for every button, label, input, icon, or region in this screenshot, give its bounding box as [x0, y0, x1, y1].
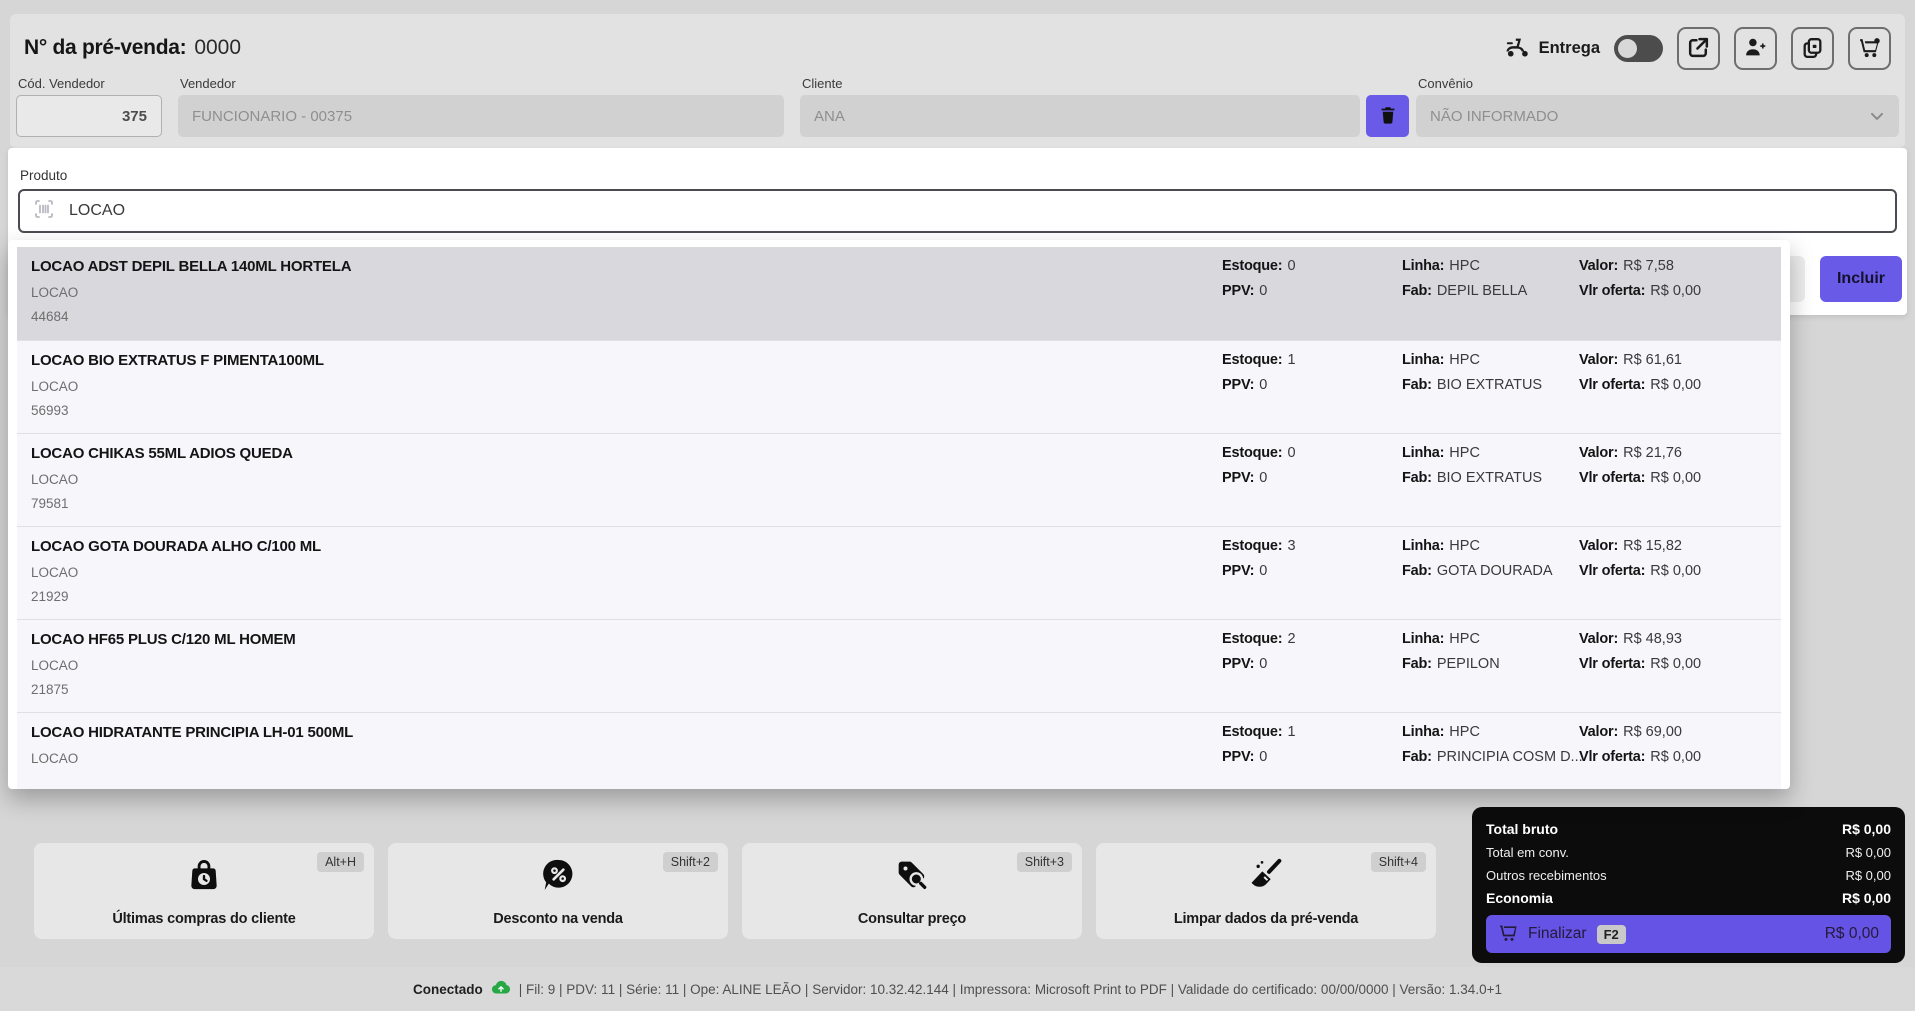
- product-search-box: [18, 189, 1897, 233]
- total-label: Outros recebimentos: [1486, 864, 1607, 887]
- status-info: | Fil: 9 | PDV: 11 | Série: 11 | Ope: AL…: [519, 982, 1502, 997]
- product-category: LOCAO: [31, 565, 78, 580]
- product-name: LOCAO ADST DEPIL BELLA 140ML HORTELA: [31, 258, 351, 275]
- product-code: 21875: [31, 682, 69, 697]
- product-name: LOCAO HIDRATANTE PRINCIPIA LH-01 500ML: [31, 724, 353, 741]
- product-results-dropdown: LOCAO ADST DEPIL BELLA 140ML HORTELA LOC…: [8, 240, 1790, 789]
- field-convenio: Convênio NÃO INFORMADO: [1416, 14, 1899, 148]
- totals-panel: Total bruto R$ 0,00 Total em conv. R$ 0,…: [1472, 807, 1905, 963]
- vendedor-label: Vendedor: [180, 76, 236, 91]
- action-label: Limpar dados da pré-venda: [1096, 911, 1436, 927]
- product-code: 44684: [31, 309, 69, 324]
- shortcut-badge: Shift+4: [1371, 852, 1426, 872]
- consultar-preco-button[interactable]: Shift+3 Consultar preço: [742, 843, 1082, 939]
- product-name: LOCAO HF65 PLUS C/120 ML HOMEM: [31, 631, 296, 648]
- action-label: Consultar preço: [742, 911, 1082, 927]
- convenio-select[interactable]: NÃO INFORMADO: [1416, 95, 1899, 137]
- vendedor-input[interactable]: FUNCIONARIO - 00375: [178, 95, 784, 137]
- total-label: Economia: [1486, 887, 1553, 910]
- barcode-icon: [32, 197, 56, 226]
- shortcut-badge: Alt+H: [317, 852, 364, 872]
- finalizar-label: Finalizar: [1528, 925, 1587, 943]
- ultimas-compras-button[interactable]: Alt+H Últimas compras do cliente: [34, 843, 374, 939]
- cod-vendedor-label: Cód. Vendedor: [18, 76, 105, 91]
- economia-row: Economia R$ 0,00: [1486, 887, 1891, 910]
- cliente-label: Cliente: [802, 76, 842, 91]
- action-label: Últimas compras do cliente: [34, 911, 374, 927]
- shortcut-badge: Shift+2: [663, 852, 718, 872]
- trash-icon: [1377, 104, 1399, 129]
- total-bruto-row: Total bruto R$ 0,00: [1486, 818, 1891, 841]
- total-value: R$ 0,00: [1845, 864, 1891, 887]
- product-result-row[interactable]: LOCAO BIO EXTRATUS F PIMENTA100ML LOCAO …: [17, 340, 1781, 433]
- action-label: Desconto na venda: [388, 911, 728, 927]
- product-name: LOCAO GOTA DOURADA ALHO C/100 ML: [31, 538, 321, 555]
- product-category: LOCAO: [31, 285, 78, 300]
- product-name: LOCAO CHIKAS 55ML ADIOS QUEDA: [31, 445, 293, 462]
- convenio-value: NÃO INFORMADO: [1430, 108, 1558, 125]
- total-label: Total em conv.: [1486, 841, 1569, 864]
- shortcut-badge: Shift+3: [1017, 852, 1072, 872]
- field-vendedor: Vendedor FUNCIONARIO - 00375: [178, 14, 784, 148]
- clear-cliente-button[interactable]: [1366, 95, 1409, 137]
- product-code: 79581: [31, 496, 69, 511]
- product-result-row[interactable]: LOCAO HF65 PLUS C/120 ML HOMEM LOCAO 218…: [17, 619, 1781, 712]
- connection-status: Conectado: [413, 982, 483, 997]
- presale-header: N° da pré-venda:0000 Entrega: [10, 14, 1905, 148]
- outros-recebimentos-row: Outros recebimentos R$ 0,00: [1486, 864, 1891, 887]
- product-code: 21929: [31, 589, 69, 604]
- produto-label: Produto: [20, 168, 67, 183]
- cloud-sync-icon: [490, 977, 512, 1002]
- f2-shortcut-badge: F2: [1597, 925, 1626, 944]
- total-conv-row: Total em conv. R$ 0,00: [1486, 841, 1891, 864]
- pos-presale-screen: N° da pré-venda:0000 Entrega: [0, 0, 1915, 1011]
- incluir-button[interactable]: Incluir: [1820, 256, 1902, 302]
- limpar-dados-button[interactable]: Shift+4 Limpar dados da pré-venda: [1096, 843, 1436, 939]
- total-value: R$ 0,00: [1845, 841, 1891, 864]
- product-category: LOCAO: [31, 379, 78, 394]
- total-label: Total bruto: [1486, 818, 1558, 841]
- total-value: R$ 0,00: [1842, 818, 1891, 841]
- total-value: R$ 0,00: [1842, 887, 1891, 910]
- product-category: LOCAO: [31, 751, 78, 766]
- status-bar: Conectado | Fil: 9 | PDV: 11 | Série: 11…: [0, 967, 1915, 1011]
- desconto-venda-button[interactable]: Shift+2 Desconto na venda: [388, 843, 728, 939]
- cliente-input[interactable]: ANA: [800, 95, 1360, 137]
- cod-vendedor-input[interactable]: 375: [16, 95, 162, 137]
- convenio-label: Convênio: [1418, 76, 1473, 91]
- cart-icon: [1498, 923, 1518, 946]
- product-result-row[interactable]: LOCAO HIDRATANTE PRINCIPIA LH-01 500ML L…: [17, 712, 1781, 789]
- product-result-row[interactable]: LOCAO CHIKAS 55ML ADIOS QUEDA LOCAO 7958…: [17, 433, 1781, 526]
- product-category: LOCAO: [31, 658, 78, 673]
- product-result-row[interactable]: LOCAO ADST DEPIL BELLA 140ML HORTELA LOC…: [17, 247, 1781, 340]
- chevron-down-icon: [1867, 95, 1887, 137]
- product-category: LOCAO: [31, 472, 78, 487]
- field-cod-vendedor: Cód. Vendedor 375: [16, 14, 162, 148]
- product-name: LOCAO BIO EXTRATUS F PIMENTA100ML: [31, 352, 324, 369]
- product-search-input[interactable]: [69, 202, 1883, 220]
- finalizar-amount: R$ 0,00: [1825, 925, 1879, 943]
- field-cliente: Cliente ANA: [800, 14, 1360, 148]
- product-result-row[interactable]: LOCAO GOTA DOURADA ALHO C/100 ML LOCAO 2…: [17, 526, 1781, 619]
- product-code: 56993: [31, 403, 69, 418]
- finalizar-button[interactable]: Finalizar F2 R$ 0,00: [1486, 915, 1891, 953]
